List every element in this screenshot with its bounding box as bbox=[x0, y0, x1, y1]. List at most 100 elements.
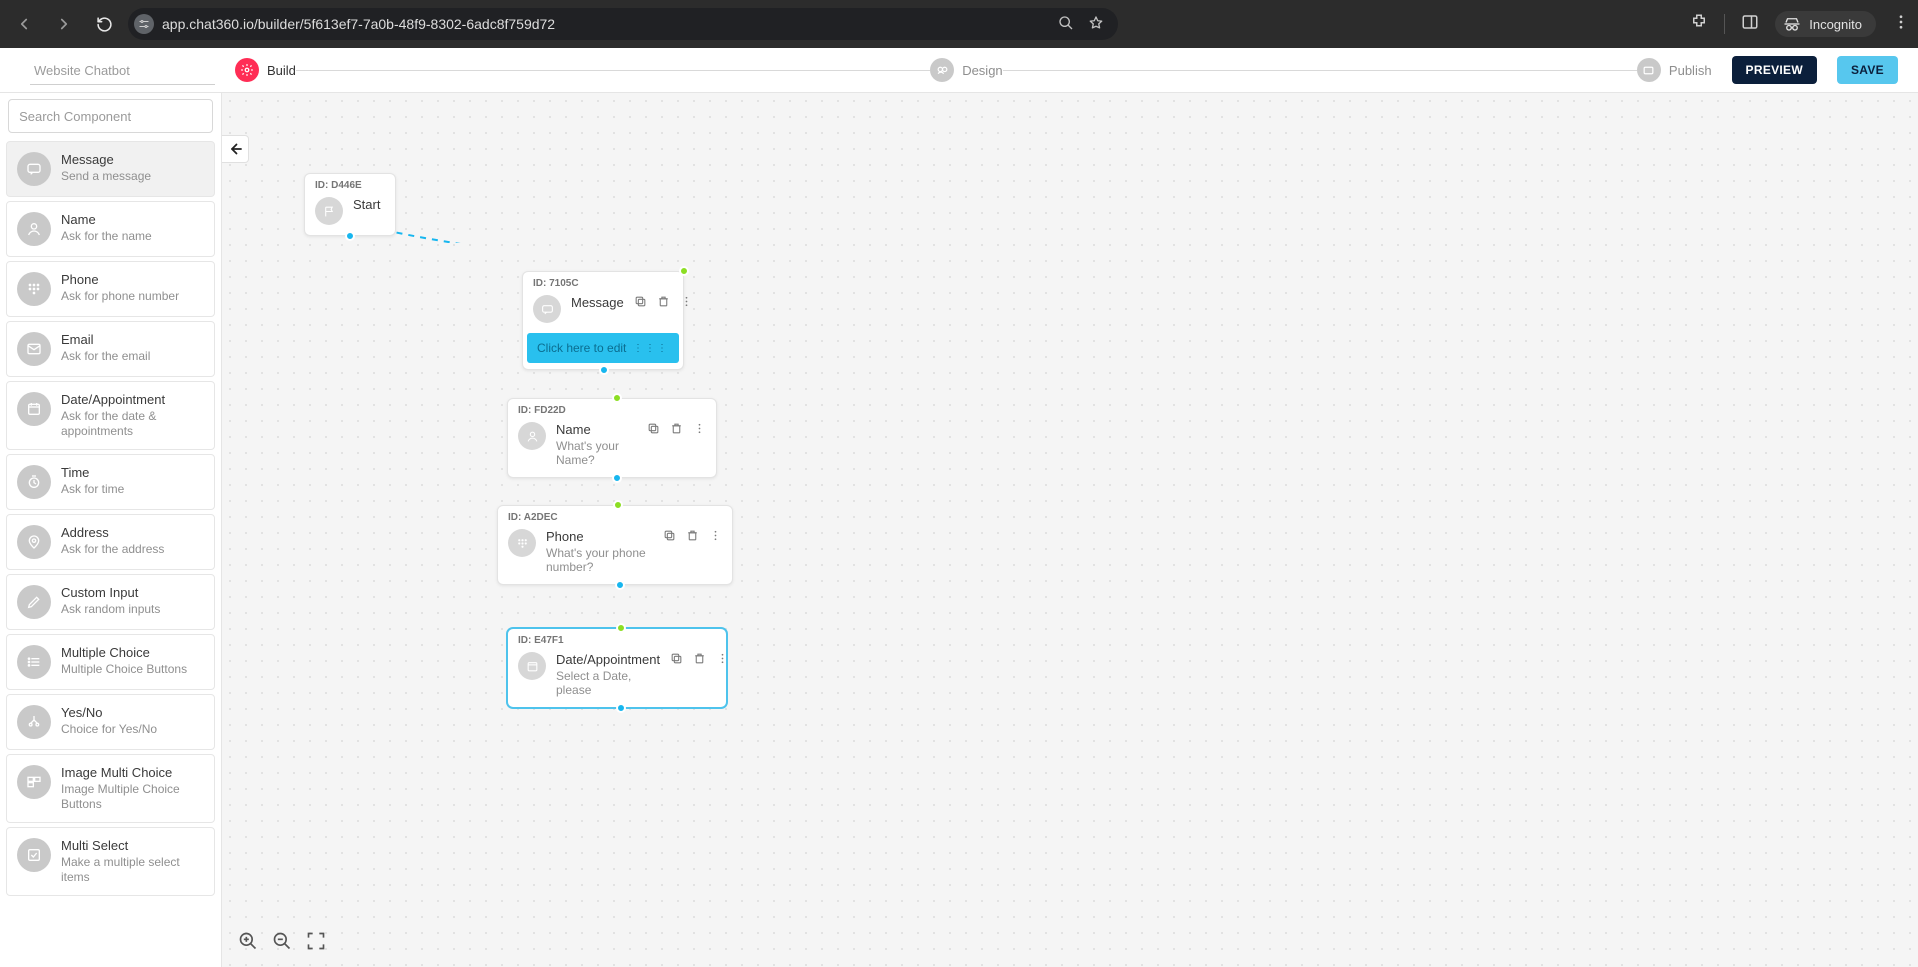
sidebar-item-time[interactable]: TimeAsk for time bbox=[6, 454, 215, 510]
node-title: Message bbox=[571, 295, 624, 310]
step-connector bbox=[296, 70, 930, 71]
kebab-icon[interactable] bbox=[680, 295, 693, 308]
zoom-out-button[interactable] bbox=[270, 929, 294, 953]
browser-toolbar: app.chat360.io/builder/5f613ef7-7a0b-48f… bbox=[0, 0, 1918, 48]
port-out[interactable] bbox=[599, 365, 609, 375]
delete-icon[interactable] bbox=[657, 295, 670, 308]
delete-icon[interactable] bbox=[686, 529, 699, 542]
zoom-in-button[interactable] bbox=[236, 929, 260, 953]
sidebar-item-subtitle: Ask for the date & appointments bbox=[61, 409, 204, 439]
step-design[interactable]: Design bbox=[930, 58, 1002, 82]
sidebar-item-multiple-choice[interactable]: Multiple ChoiceMultiple Choice Buttons bbox=[6, 634, 215, 690]
kebab-icon[interactable] bbox=[716, 652, 729, 665]
site-settings-icon[interactable] bbox=[134, 14, 154, 34]
calendar-icon bbox=[17, 392, 51, 426]
port-out[interactable] bbox=[345, 231, 355, 241]
sidebar-item-email[interactable]: EmailAsk for the email bbox=[6, 321, 215, 377]
gear-icon bbox=[235, 58, 259, 82]
node-start[interactable]: ID: D446E Start bbox=[304, 173, 396, 236]
sidebar-item-subtitle: Ask random inputs bbox=[61, 602, 160, 617]
incognito-label: Incognito bbox=[1809, 17, 1862, 32]
address-bar[interactable]: app.chat360.io/builder/5f613ef7-7a0b-48f… bbox=[128, 8, 1118, 40]
kebab-icon[interactable] bbox=[693, 422, 706, 435]
node-title: Start bbox=[353, 197, 380, 212]
sidebar-item-date[interactable]: Date/AppointmentAsk for the date & appoi… bbox=[6, 381, 215, 450]
port-in[interactable] bbox=[612, 393, 622, 403]
step-publish-label: Publish bbox=[1669, 63, 1712, 78]
extensions-icon[interactable] bbox=[1690, 13, 1708, 36]
component-sidebar: MessageSend a message NameAsk for the na… bbox=[0, 93, 222, 967]
node-message[interactable]: ID: 7105C Message Click here to edit ⋮⋮⋮ bbox=[522, 271, 684, 370]
save-button[interactable]: SAVE bbox=[1837, 56, 1898, 84]
sidebar-item-image-multi[interactable]: Image Multi ChoiceImage Multiple Choice … bbox=[6, 754, 215, 823]
edit-strip-text: Click here to edit bbox=[537, 341, 626, 355]
sidebar-item-address[interactable]: Address Ask for the address bbox=[6, 514, 215, 570]
zoom-indicator-icon[interactable] bbox=[1058, 15, 1074, 34]
checkbox-icon bbox=[17, 838, 51, 872]
dialpad-icon bbox=[508, 529, 536, 557]
port-out[interactable] bbox=[615, 580, 625, 590]
side-panel-icon[interactable] bbox=[1741, 13, 1759, 36]
port-in[interactable] bbox=[616, 623, 626, 633]
port-in[interactable] bbox=[613, 500, 623, 510]
node-subtitle: What's your Name? bbox=[556, 439, 637, 467]
copy-icon[interactable] bbox=[663, 529, 676, 542]
flow-canvas[interactable]: ID: D446E Start ID: 7105C Message Cl bbox=[222, 93, 1918, 967]
sidebar-item-subtitle: Ask for time bbox=[61, 482, 124, 497]
sidebar-item-message[interactable]: MessageSend a message bbox=[6, 141, 215, 197]
port-out[interactable] bbox=[612, 473, 622, 483]
sidebar-item-subtitle: Ask for phone number bbox=[61, 289, 179, 304]
node-title: Phone bbox=[546, 529, 653, 544]
dialpad-icon bbox=[17, 272, 51, 306]
divider bbox=[1724, 14, 1725, 34]
kebab-menu-icon[interactable] bbox=[1892, 13, 1910, 36]
sidebar-item-yes-no[interactable]: Yes/No Choice for Yes/No bbox=[6, 694, 215, 750]
sidebar-item-label: Yes/No bbox=[61, 705, 157, 720]
sidebar-item-label: Custom Input bbox=[61, 585, 160, 600]
step-design-label: Design bbox=[962, 63, 1002, 78]
sidebar-item-subtitle: Make a multiple select items bbox=[61, 855, 204, 885]
bookmark-star-icon[interactable] bbox=[1088, 15, 1104, 34]
step-publish[interactable]: Publish bbox=[1637, 58, 1712, 82]
delete-icon[interactable] bbox=[693, 652, 706, 665]
sidebar-item-multi-select[interactable]: Multi SelectMake a multiple select items bbox=[6, 827, 215, 896]
step-build[interactable]: Build bbox=[235, 58, 296, 82]
user-icon bbox=[518, 422, 546, 450]
node-name[interactable]: ID: FD22D Name What's your Name? bbox=[507, 398, 717, 478]
incognito-chip[interactable]: Incognito bbox=[1775, 11, 1876, 37]
copy-icon[interactable] bbox=[670, 652, 683, 665]
step-build-label: Build bbox=[267, 63, 296, 78]
grip-icon[interactable]: ⋮⋮⋮ bbox=[633, 343, 669, 354]
branch-icon bbox=[17, 705, 51, 739]
sidebar-item-subtitle: Choice for Yes/No bbox=[61, 722, 157, 737]
sidebar-item-custom-input[interactable]: Custom Input Ask random inputs bbox=[6, 574, 215, 630]
sidebar-item-phone[interactable]: PhoneAsk for phone number bbox=[6, 261, 215, 317]
preview-button[interactable]: PREVIEW bbox=[1732, 56, 1817, 84]
delete-icon[interactable] bbox=[670, 422, 683, 435]
sidebar-item-name[interactable]: NameAsk for the name bbox=[6, 201, 215, 257]
copy-icon[interactable] bbox=[647, 422, 660, 435]
node-phone[interactable]: ID: A2DEC Phone What's your phone number… bbox=[497, 505, 733, 585]
sidebar-item-label: Message bbox=[61, 152, 151, 167]
node-edit-strip[interactable]: Click here to edit ⋮⋮⋮ bbox=[527, 333, 679, 363]
search-input[interactable] bbox=[8, 99, 213, 133]
fit-view-button[interactable] bbox=[304, 929, 328, 953]
message-icon bbox=[533, 295, 561, 323]
sidebar-item-label: Address bbox=[61, 525, 164, 540]
node-date-appointment[interactable]: ID: E47F1 Date/Appointment Select a Date… bbox=[507, 628, 727, 708]
project-name-field[interactable]: Website Chatbot bbox=[30, 55, 215, 85]
kebab-icon[interactable] bbox=[709, 529, 722, 542]
reload-icon[interactable] bbox=[88, 8, 120, 40]
back-icon[interactable] bbox=[8, 8, 40, 40]
port-out[interactable] bbox=[616, 703, 626, 713]
copy-icon[interactable] bbox=[634, 295, 647, 308]
progress-steps: Build Design Publish bbox=[235, 58, 1712, 82]
node-subtitle: Select a Date, please bbox=[556, 669, 660, 697]
collapse-sidebar-button[interactable] bbox=[222, 135, 249, 163]
image-grid-icon bbox=[17, 765, 51, 799]
port-in[interactable] bbox=[679, 266, 689, 276]
sidebar-item-subtitle: Ask for the address bbox=[61, 542, 164, 557]
app-header: Website Chatbot Build Design Publish PRE… bbox=[0, 48, 1918, 93]
pencil-icon bbox=[17, 585, 51, 619]
sidebar-item-label: Email bbox=[61, 332, 150, 347]
